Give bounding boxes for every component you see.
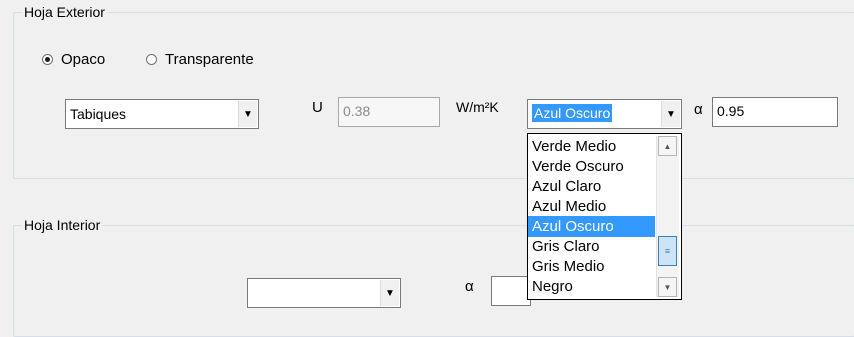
color-combo[interactable]: Azul Oscuro ▼ bbox=[527, 99, 682, 129]
radio-opaco-label: Opaco bbox=[61, 51, 106, 68]
dropdown-option[interactable]: Negro bbox=[532, 276, 573, 297]
dropdown-option[interactable]: Verde Medio bbox=[532, 136, 616, 157]
hoja-interior-group: Hoja Interior ▼ α bbox=[13, 216, 854, 337]
hoja-exterior-group: Hoja Exterior Opaco Transparente Tabique… bbox=[13, 3, 854, 179]
material-combo-value: Tabiques bbox=[70, 106, 127, 122]
alpha-field[interactable]: 0.95 bbox=[712, 97, 838, 127]
dropdown-option[interactable]: Verde Oscuro bbox=[532, 156, 624, 177]
dropdown-option[interactable]: Azul Medio bbox=[532, 196, 606, 217]
u-label: U bbox=[312, 99, 323, 116]
dropdown-option[interactable]: Gris Medio bbox=[532, 256, 605, 277]
scroll-thumb[interactable]: ≡ bbox=[658, 236, 677, 266]
radio-transparente-indicator bbox=[146, 54, 157, 65]
interior-color-combo[interactable]: ▼ bbox=[247, 278, 401, 308]
color-combo-value: Azul Oscuro bbox=[532, 104, 613, 122]
radio-transparente-label: Transparente bbox=[165, 51, 254, 68]
radio-opaco[interactable]: Opaco bbox=[42, 51, 105, 68]
alpha-value: 0.95 bbox=[717, 103, 745, 119]
u-unit-label: W/m²K bbox=[456, 99, 499, 115]
material-combo[interactable]: Tabiques ▼ bbox=[65, 99, 259, 129]
scroll-up-icon[interactable]: ▲ bbox=[658, 136, 677, 156]
dropdown-option[interactable]: Gris Claro bbox=[532, 236, 600, 257]
chevron-down-icon[interactable]: ▼ bbox=[661, 101, 680, 127]
dropdown-option[interactable]: Azul Claro bbox=[532, 176, 601, 197]
dropdown-option-selected[interactable]: Azul Oscuro bbox=[528, 216, 655, 237]
hoja-interior-title: Hoja Interior bbox=[22, 216, 103, 234]
color-dropdown-list[interactable]: Verde Medio Verde Oscuro Azul Claro Azul… bbox=[527, 133, 682, 300]
dropdown-scrollbar[interactable]: ▲ ≡ ▼ bbox=[656, 136, 679, 297]
hoja-exterior-title: Hoja Exterior bbox=[22, 3, 107, 21]
scroll-down-icon[interactable]: ▼ bbox=[658, 277, 677, 297]
interior-alpha-label: α bbox=[465, 278, 474, 295]
u-value: 0.38 bbox=[343, 103, 371, 119]
radio-transparente[interactable]: Transparente bbox=[146, 51, 254, 68]
chevron-down-icon[interactable]: ▼ bbox=[238, 101, 257, 127]
chevron-down-icon[interactable]: ▼ bbox=[380, 280, 399, 306]
u-value-field[interactable]: 0.38 bbox=[338, 97, 440, 127]
radio-opaco-indicator bbox=[42, 54, 53, 65]
interior-alpha-field[interactable] bbox=[491, 276, 531, 306]
alpha-label: α bbox=[694, 101, 703, 118]
